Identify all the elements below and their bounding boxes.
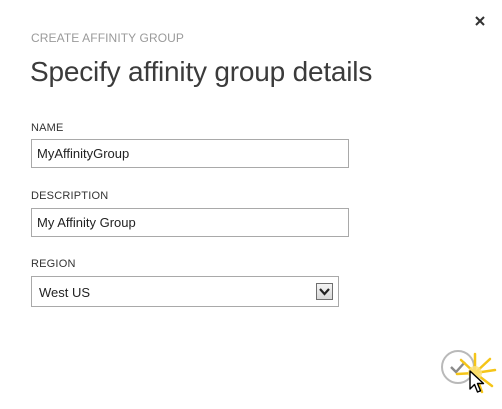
chevron-down-icon: [317, 284, 332, 299]
region-select[interactable]: West US: [31, 276, 339, 307]
description-input[interactable]: [31, 208, 349, 237]
region-label: REGION: [31, 258, 76, 270]
name-label: NAME: [31, 122, 64, 134]
name-input[interactable]: [31, 139, 349, 168]
close-icon: [472, 13, 488, 29]
checkmark-icon: [443, 352, 473, 382]
description-label: DESCRIPTION: [31, 190, 109, 202]
dialog-title: Specify affinity group details: [30, 56, 373, 87]
confirm-button[interactable]: [441, 350, 475, 384]
dialog-label: CREATE AFFINITY GROUP: [31, 31, 185, 45]
close-button[interactable]: [472, 13, 488, 29]
dropdown-button[interactable]: [316, 283, 333, 300]
region-selected-value: West US: [39, 285, 91, 300]
